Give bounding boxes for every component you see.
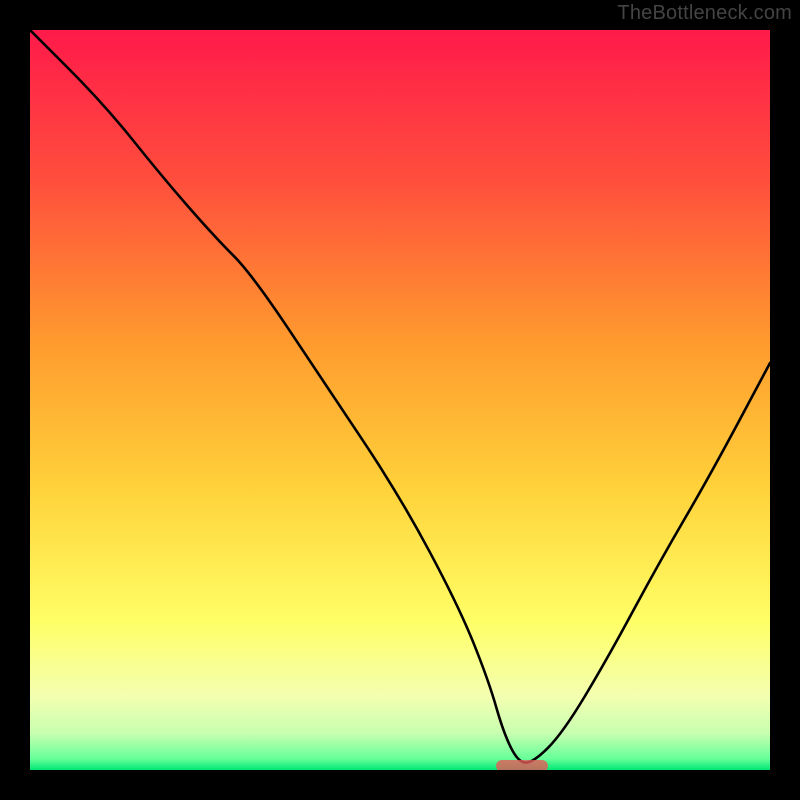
curve-path <box>30 30 770 763</box>
watermark-text: TheBottleneck.com <box>617 2 792 25</box>
optimal-range-marker <box>496 760 548 770</box>
chart-frame: TheBottleneck.com <box>0 0 800 800</box>
bottleneck-curve <box>30 30 770 770</box>
plot-area <box>30 30 770 770</box>
